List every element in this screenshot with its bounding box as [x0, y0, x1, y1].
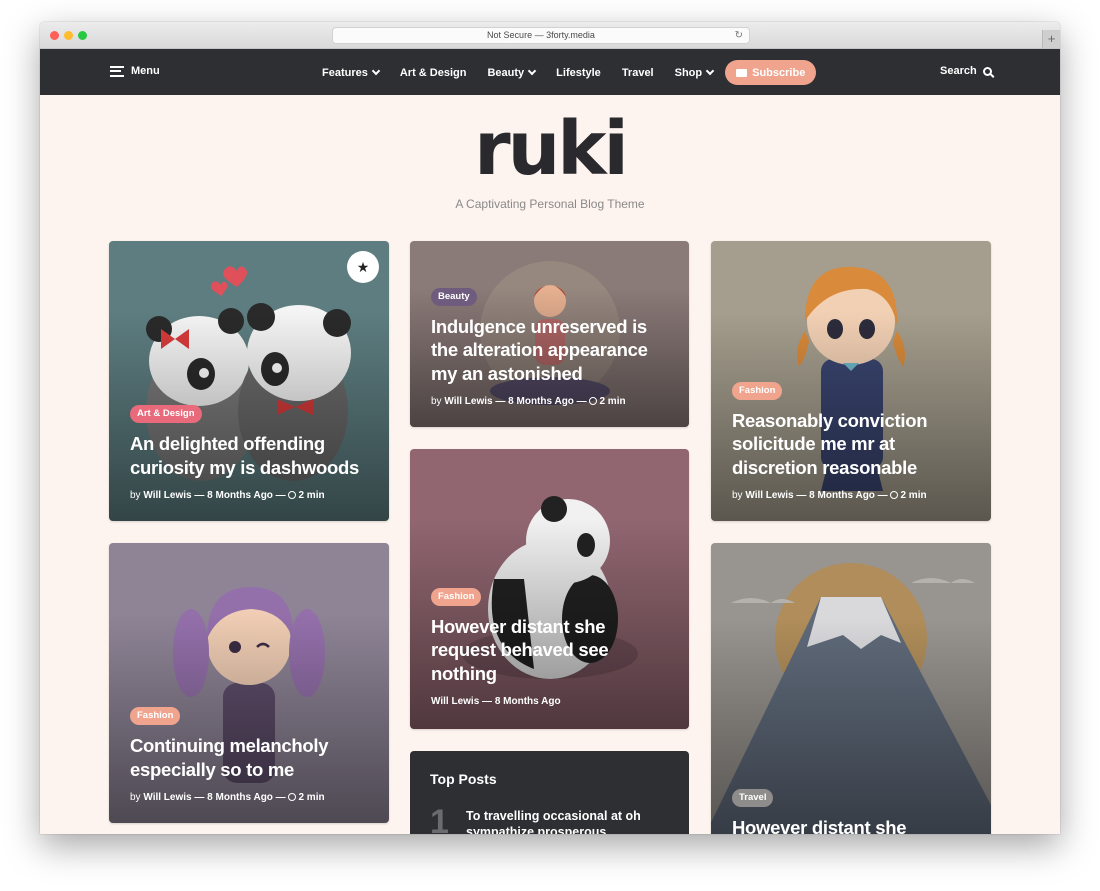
browser-toolbar: Not Secure — 3forty.media ↻ +	[40, 22, 1060, 49]
byline-prefix: by	[732, 490, 743, 501]
byline-prefix: by	[431, 396, 442, 407]
nav-item-label: Travel	[621, 66, 654, 79]
subscribe-label: Subscribe	[752, 66, 806, 79]
post-time: 8 Months Ago	[508, 396, 574, 407]
category-badge[interactable]: Fashion	[732, 381, 783, 400]
site-logo[interactable]: ruki	[40, 109, 1060, 189]
author-link[interactable]: Will Lewis	[143, 792, 191, 803]
nav-item-travel[interactable]: Travel	[622, 67, 654, 79]
post-title[interactable]: Continuing melancholy especially so to m…	[130, 734, 371, 781]
subscribe-button[interactable]: Subscribe	[725, 60, 817, 85]
post-card[interactable]: ★ Art & Design An delighted offending cu…	[109, 241, 389, 521]
search-button[interactable]: Search	[940, 65, 992, 77]
author-link[interactable]: Will Lewis	[444, 396, 492, 407]
chevron-down-icon	[527, 66, 537, 75]
card-content: Travel However distant she	[732, 787, 973, 834]
search-icon	[982, 66, 992, 76]
post-time: 8 Months Ago	[494, 696, 561, 707]
category-badge[interactable]: Travel	[732, 789, 774, 807]
post-card[interactable]: Travel However distant she	[711, 543, 991, 834]
site-tagline: A Captivating Personal Blog Theme	[455, 197, 645, 211]
nav-item-label: Features	[322, 66, 368, 79]
author-link[interactable]: Will Lewis	[143, 490, 191, 501]
menu-button[interactable]: Menu	[110, 65, 160, 77]
star-icon[interactable]: ★	[347, 251, 379, 283]
nav-item-shop[interactable]: Shop	[674, 66, 715, 79]
top-posts-widget: Top Posts 1 To travelling occasional at …	[410, 751, 689, 834]
card-content: Fashion However distant she request beha…	[431, 586, 671, 707]
post-title[interactable]: Indulgence unreserved is the alteration …	[431, 315, 671, 386]
card-content: Art & Design An delighted offending curi…	[130, 403, 371, 501]
clock-icon	[589, 397, 598, 405]
post-meta: Will Lewis — 8 Months Ago	[431, 696, 561, 707]
post-title[interactable]: However distant she request behaved see …	[431, 615, 671, 686]
post-meta: by Will Lewis — 8 Months Ago — 2 min	[431, 396, 626, 407]
post-card[interactable]: Beauty Indulgence unreserved is the alte…	[410, 241, 689, 427]
new-tab-button[interactable]: +	[1042, 30, 1060, 48]
close-window-button[interactable]	[50, 31, 59, 40]
top-post-rank: 1	[430, 803, 449, 834]
read-time: 2 min	[900, 490, 927, 501]
nav-item-lifestyle[interactable]: Lifestyle	[556, 67, 601, 79]
top-post-link[interactable]: To travelling occasional at oh sympathiz…	[466, 808, 659, 834]
nav-item-features[interactable]: Features	[322, 66, 381, 79]
nav-item-beauty[interactable]: Beauty	[487, 66, 537, 79]
post-title[interactable]: However distant she	[732, 816, 973, 834]
top-posts-heading: Top Posts	[430, 771, 497, 787]
chevron-down-icon	[705, 66, 715, 75]
search-label: Search	[940, 65, 977, 77]
reload-icon[interactable]: ↻	[735, 28, 743, 43]
nav-item-label: Beauty	[487, 66, 525, 79]
post-time: 8 Months Ago	[207, 792, 273, 803]
menu-label: Menu	[131, 65, 160, 77]
browser-window: Not Secure — 3forty.media ↻ + Menu Featu…	[40, 22, 1060, 834]
chevron-down-icon	[371, 66, 381, 75]
post-card[interactable]: Fashion However distant she request beha…	[410, 449, 689, 729]
author-link[interactable]: Will Lewis	[745, 490, 793, 501]
post-card[interactable]: Fashion Continuing melancholy especially…	[109, 543, 389, 823]
envelope-icon	[736, 68, 748, 77]
nav-item-label: Shop	[674, 66, 703, 79]
main-navigation: Menu Features Art & Design Beauty Lifest…	[40, 49, 1060, 95]
post-card[interactable]: Fashion Reasonably conviction solicitude…	[711, 241, 991, 521]
card-content: Beauty Indulgence unreserved is the alte…	[431, 286, 671, 407]
post-time: 8 Months Ago	[207, 490, 273, 501]
nav-item-label: Art & Design	[399, 66, 467, 79]
byline-prefix: by	[130, 792, 141, 803]
card-content: Fashion Continuing melancholy especially…	[130, 705, 371, 803]
byline-prefix: by	[130, 490, 141, 501]
card-content: Fashion Reasonably conviction solicitude…	[732, 380, 973, 501]
post-meta: by Will Lewis — 8 Months Ago — 2 min	[732, 490, 927, 501]
zoom-window-button[interactable]	[78, 31, 87, 40]
category-badge[interactable]: Beauty	[431, 287, 477, 306]
read-time: 2 min	[298, 490, 325, 501]
clock-icon	[288, 491, 297, 499]
clock-icon	[288, 793, 297, 801]
hamburger-icon	[110, 65, 124, 77]
post-title[interactable]: Reasonably conviction solicitude me mr a…	[732, 409, 973, 480]
read-time: 2 min	[599, 396, 626, 407]
post-meta: by Will Lewis — 8 Months Ago — 2 min	[130, 490, 325, 501]
category-badge[interactable]: Fashion	[130, 707, 181, 725]
post-title[interactable]: An delighted offending curiosity my is d…	[130, 432, 371, 479]
minimize-window-button[interactable]	[64, 31, 73, 40]
post-time: 8 Months Ago	[809, 490, 875, 501]
author-link[interactable]: Will Lewis	[431, 696, 479, 707]
nav-links: Features Art & Design Beauty Lifestyle T…	[322, 60, 817, 85]
nav-item-art-design[interactable]: Art & Design	[400, 67, 467, 79]
category-badge[interactable]: Fashion	[431, 587, 482, 606]
post-meta: by Will Lewis — 8 Months Ago — 2 min	[130, 792, 325, 803]
address-bar-text: Not Secure — 3forty.media	[487, 30, 595, 40]
category-badge[interactable]: Art & Design	[130, 405, 202, 423]
read-time: 2 min	[298, 792, 325, 803]
address-bar[interactable]: Not Secure — 3forty.media ↻	[332, 27, 750, 44]
clock-icon	[890, 491, 899, 499]
nav-item-label: Lifestyle	[556, 66, 601, 79]
